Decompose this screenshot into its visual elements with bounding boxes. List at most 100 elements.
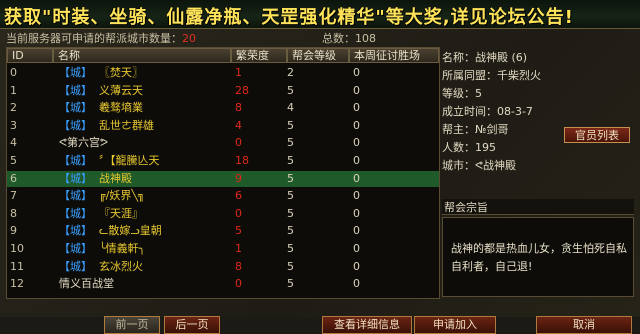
row-guild-name: 〞【龍騰亾天 [99, 154, 160, 167]
table-row[interactable]: 6 【城】 战神殿 9 5 0 [7, 170, 439, 187]
row-city-tag: 【城】 [59, 242, 92, 255]
table-row[interactable]: 12 情义百战堂 0 5 0 [7, 276, 439, 292]
col-prosperity-header[interactable]: 繁荣度 [231, 48, 287, 63]
table-row[interactable]: 7 【城】 ╔/妖界╲╗ 6 5 0 [7, 188, 439, 204]
row-wins: 0 [353, 154, 360, 167]
row-guild-name: ᓚ散嫁ᓗ皇朝 [99, 224, 162, 238]
table-row[interactable]: 0 【城】 〖焚天〗 1 2 0 [7, 65, 439, 81]
row-city-tag: 【城】 [59, 118, 92, 132]
row-level: 5 [287, 242, 294, 255]
row-guild-name: 义薄云天 [99, 83, 143, 97]
apply-join-button[interactable]: 申请加入 [414, 316, 496, 334]
motto-label: 帮会宗旨 [442, 199, 634, 215]
table-row[interactable]: 10 【城】 ╰情義軒╮ 1 5 0 [7, 241, 439, 257]
row-wins: 0 [353, 101, 360, 115]
row-level: 5 [287, 171, 294, 185]
row-level: 2 [287, 66, 294, 79]
announcement-text: 获取"时装、坐骑、仙露净瓶、天罡强化精华"等大奖,详见论坛公告! [4, 7, 574, 28]
row-id: 12 [10, 277, 24, 291]
row-guild-name: 『天涯』 [99, 206, 143, 220]
row-id: 8 [10, 206, 17, 220]
row-guild-name: 乱世ㄜ群雄 [99, 118, 154, 132]
guild-info-panel: 名称：战神殿 (6) 所属同盟：千柴烈火 等级：5 成立时间：08-3-7 官员… [442, 47, 634, 297]
row-prosperity: 28 [235, 83, 249, 97]
row-wins: 0 [353, 171, 360, 185]
row-prosperity: 1 [235, 242, 242, 255]
row-guild-name: 羲骜墒業 [99, 101, 143, 115]
row-wins: 0 [353, 189, 360, 203]
col-name-header[interactable]: 名称 [53, 48, 231, 63]
row-city-tag: 【城】 [59, 171, 92, 185]
next-page-button[interactable]: 后一页 [164, 316, 220, 334]
row-city-tag: 【城】 [59, 154, 92, 167]
row-id: 5 [10, 154, 17, 167]
row-prosperity: 1 [235, 66, 242, 79]
table-row[interactable]: 11 【城】 玄冰烈火 8 5 0 [7, 259, 439, 275]
row-city-tag: 【城】 [59, 101, 92, 115]
table-row[interactable]: 2 【城】 羲骜墒業 8 4 0 [7, 100, 439, 116]
row-level: 5 [287, 83, 294, 97]
table-row[interactable]: 9 【城】 ᓚ散嫁ᓗ皇朝 5 5 0 [7, 223, 439, 239]
row-wins: 0 [353, 224, 360, 238]
row-guild-name: 情义百战堂 [59, 277, 114, 291]
row-id: 9 [10, 224, 17, 238]
col-id-header[interactable]: ID [7, 48, 53, 63]
row-guild-name: ╔/妖界╲╗ [99, 189, 145, 203]
row-prosperity: 6 [235, 189, 242, 203]
row-id: 10 [10, 242, 24, 255]
total-label: 总数：108 [322, 32, 376, 45]
row-wins: 0 [353, 66, 360, 79]
row-guild-name: 玄冰烈火 [99, 259, 143, 273]
prev-page-button[interactable]: 前一页 [104, 316, 160, 334]
row-level: 5 [287, 259, 294, 273]
officer-list-button[interactable]: 官员列表 [564, 127, 630, 143]
row-level: 5 [287, 136, 294, 150]
motto-text: 战神的都是热血儿女，贪生怕死自私自利者，自己退! [451, 242, 627, 273]
row-wins: 0 [353, 118, 360, 132]
row-guild-name: ᕙ第六宫ᕗ [59, 136, 108, 150]
guild-leader: 帮主：№剑哥 [442, 123, 509, 136]
row-level: 5 [287, 189, 294, 203]
row-level: 5 [287, 154, 294, 167]
guild-city-panel: 当前服务器可申请的帮派城市数量：20 总数：108 ID 名称 繁荣度 帮会等级… [0, 28, 640, 334]
col-level-header[interactable]: 帮会等级 [287, 48, 349, 63]
motto-box: 战神的都是热血儿女，贪生怕死自私自利者，自己退! [442, 217, 634, 297]
row-prosperity: 0 [235, 206, 242, 220]
table-row[interactable]: 4 ᕙ第六宫ᕗ 0 5 0 [7, 135, 439, 151]
row-level: 5 [287, 277, 294, 291]
city-count-label: 当前服务器可申请的帮派城市数量：20 [6, 30, 196, 46]
row-id: 7 [10, 189, 17, 203]
row-wins: 0 [353, 136, 360, 150]
row-id: 11 [10, 259, 24, 273]
guild-level: 等级：5 [442, 87, 482, 100]
row-city-tag: 【城】 [59, 224, 92, 238]
row-id: 2 [10, 101, 17, 115]
guild-alliance: 所属同盟：千柴烈火 [442, 69, 541, 82]
table-row[interactable]: 5 【城】 〞【龍騰亾天 18 5 0 [7, 153, 439, 169]
cancel-button[interactable]: 取消 [536, 316, 632, 334]
row-prosperity: 8 [235, 101, 242, 115]
row-level: 5 [287, 118, 294, 132]
row-prosperity: 5 [235, 224, 242, 238]
table-row[interactable]: 3 【城】 乱世ㄜ群雄 4 5 0 [7, 118, 439, 134]
row-city-tag: 【城】 [59, 206, 92, 220]
col-wins-header[interactable]: 本周征讨胜场 [349, 48, 439, 63]
row-wins: 0 [353, 83, 360, 97]
row-prosperity: 0 [235, 136, 242, 150]
guild-members: 人数：195 [442, 141, 496, 154]
guild-name: 名称：战神殿 (6) [442, 51, 528, 64]
row-guild-name: ╰情義軒╮ [99, 242, 146, 255]
view-details-button[interactable]: 查看详细信息 [322, 316, 412, 334]
guild-founded: 成立时间：08-3-7 [442, 105, 533, 118]
row-wins: 0 [353, 206, 360, 220]
row-wins: 0 [353, 277, 360, 291]
announcement-banner: 获取"时装、坐骑、仙露净瓶、天罡强化精华"等大奖,详见论坛公告! [0, 0, 640, 29]
row-prosperity: 4 [235, 118, 242, 132]
row-guild-name: 〖焚天〗 [99, 66, 143, 79]
row-id: 6 [10, 171, 17, 185]
table-row[interactable]: 8 【城】 『天涯』 0 5 0 [7, 206, 439, 222]
table-row[interactable]: 1 【城】 义薄云天 28 5 0 [7, 83, 439, 99]
row-prosperity: 18 [235, 154, 249, 167]
row-id: 0 [10, 66, 17, 79]
table-header: ID 名称 繁荣度 帮会等级 本周征讨胜场 [7, 48, 439, 65]
